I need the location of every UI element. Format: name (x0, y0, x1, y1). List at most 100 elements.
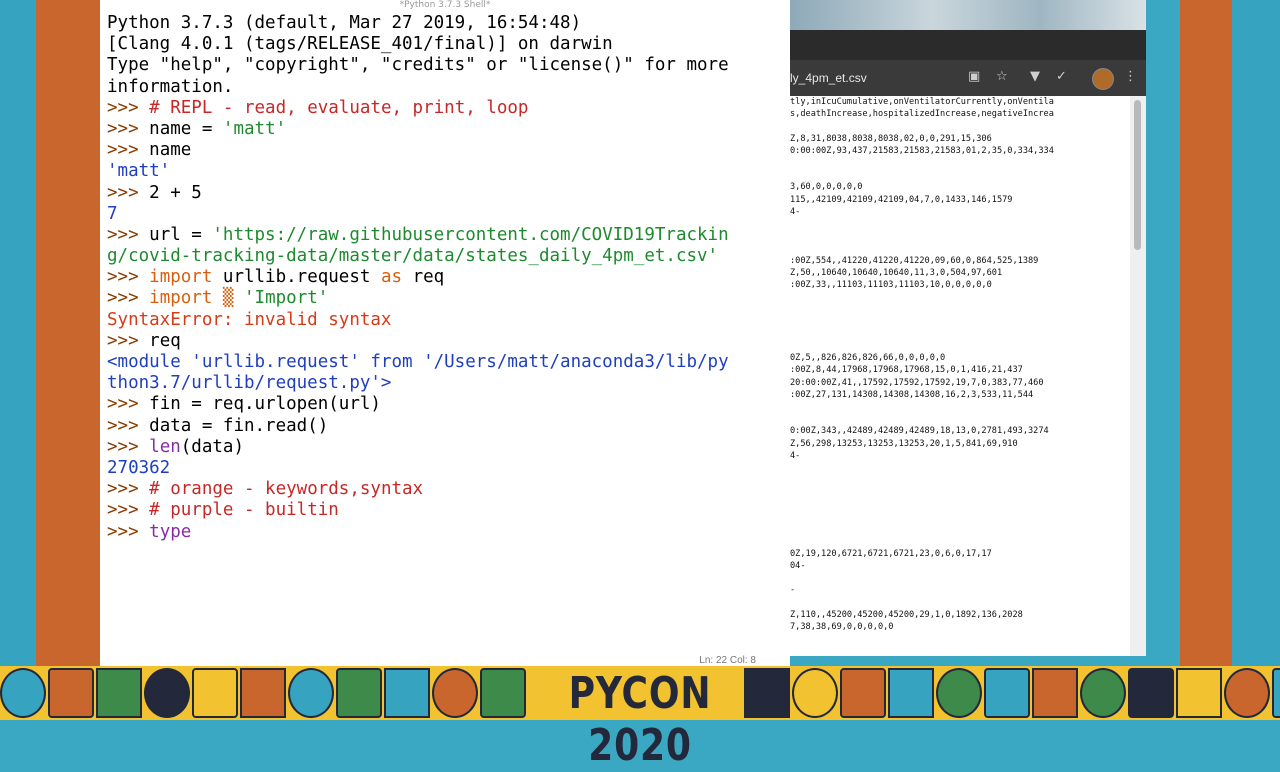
shell-token: 'matt' (107, 161, 171, 182)
csv-line: :00Z,554,,41220,41220,41220,09,60,0,864,… (790, 255, 1039, 266)
shell-token: 270362 (107, 457, 171, 478)
shell-prompt: >>> (107, 330, 150, 351)
menu-icon[interactable]: ⋮ (1124, 69, 1137, 84)
shell-line: Python 3.7.3 (default, Mar 27 2019, 16:5… (107, 13, 787, 34)
shell-line: >>> type (107, 522, 787, 543)
csv-line (790, 291, 1130, 303)
browser-tab-bar[interactable] (790, 30, 1146, 60)
csv-line (790, 340, 1130, 352)
csv-line (790, 401, 1130, 413)
shell-token: # purple - builtin (149, 500, 339, 521)
csv-line (790, 169, 1130, 181)
banner-tile (1272, 668, 1280, 718)
shell-token: [Clang 4.0.1 (tags/RELEASE_401/final)] o… (107, 34, 613, 55)
csv-line: 4- (790, 450, 801, 461)
csv-line (790, 535, 1130, 547)
shell-line: >>> # REPL - read, evaluate, print, loop (107, 98, 787, 119)
shell-prompt: >>> (107, 267, 150, 288)
shell-token: as (380, 267, 403, 288)
shell-line: >>> url = 'https://raw.githubusercontent… (107, 225, 787, 246)
shell-line: >>> data = fin.read() (107, 416, 787, 437)
csv-line (790, 523, 1130, 535)
shell-token: ▒ (222, 288, 234, 309)
shell-token: 'https://raw.githubusercontent.com/COVID… (212, 224, 729, 245)
shell-editor[interactable]: Python 3.7.3 (default, Mar 27 2019, 16:5… (107, 13, 787, 543)
shell-token: Type "help", "copyright", "credits" or "… (107, 55, 729, 76)
shell-token: 'matt' (222, 118, 287, 139)
shell-prompt: >>> (107, 415, 150, 436)
shell-line: 'matt' (107, 161, 787, 182)
shell-line: [Clang 4.0.1 (tags/RELEASE_401/final)] o… (107, 34, 787, 55)
banner-tile (480, 668, 526, 718)
shell-token: g/covid-tracking-data/master/data/states… (107, 246, 719, 267)
browser-scrollbar[interactable] (1130, 96, 1146, 656)
shell-line: 270362 (107, 458, 787, 479)
shell-token: 7 (107, 203, 118, 224)
csv-line: 04- (790, 560, 806, 571)
banner-tile (1128, 668, 1174, 718)
csv-line: 3,60,0,0,0,0,0 (790, 182, 863, 193)
banner-tile (288, 668, 334, 718)
shell-prompt: >>> (107, 479, 150, 500)
shell-token: req (402, 267, 445, 288)
cursor-position-status: Ln: 22 Col: 8 (699, 655, 756, 666)
shell-token: name = (149, 118, 223, 139)
desktop-right-border (1180, 0, 1232, 666)
shell-line: thon3.7/urllib/request.py'> (107, 373, 787, 394)
csv-line (790, 316, 1130, 328)
python-shell-window[interactable]: *Python 3.7.3 Shell* Python 3.7.3 (defau… (100, 0, 790, 666)
shell-token: import (149, 267, 213, 288)
banner-tile (1176, 668, 1222, 718)
camera-icon[interactable]: ▣ (968, 69, 980, 84)
check-icon[interactable]: ✓ (1056, 69, 1067, 84)
shell-token (233, 288, 244, 308)
browser-window[interactable]: ly_4pm_et.csv ▣ ☆ ▼ ✓ ⋮ tly,inIcuCumulat… (790, 0, 1146, 656)
shell-token: import (149, 288, 213, 309)
csv-line: Z,56,298,13253,13253,13253,20,1,5,841,69… (790, 438, 1018, 449)
banner-tile (1224, 668, 1270, 718)
csv-line: s,deathIncrease,hospitalizedIncrease,neg… (790, 109, 1054, 120)
csv-line: - (790, 585, 796, 596)
csv-line: 0Z,19,120,6721,6721,6721,23,0,6,0,17,17 (790, 548, 992, 559)
csv-line (790, 572, 1130, 584)
csv-line: 0Z,5,,826,826,826,66,0,0,0,0,0 (790, 353, 946, 364)
pycon-logo: PYCON 2020 (554, 668, 726, 771)
csv-line: 4- (790, 206, 801, 217)
star-icon[interactable]: ☆ (996, 69, 1008, 84)
shell-token: len (149, 436, 181, 457)
shell-line: information. (107, 77, 787, 98)
scrollbar-thumb[interactable] (1134, 100, 1141, 250)
csv-line (790, 242, 1130, 254)
banner-tile (888, 668, 934, 718)
shell-line: >>> import urllib.request as req (107, 267, 787, 288)
csv-line: 7,38,38,69,0,0,0,0,0 (790, 621, 894, 632)
csv-line: :00Z,33,,11103,11103,11103,10,0,0,0,0,0 (790, 280, 992, 291)
csv-line: :00Z,27,131,14308,14308,14308,16,2,3,533… (790, 389, 1034, 400)
address-bar[interactable]: ly_4pm_et.csv (790, 71, 867, 85)
banner-tile (240, 668, 286, 718)
shell-prompt: >>> (107, 521, 150, 542)
csv-line (790, 157, 1130, 169)
csv-line: 115,,42109,42109,42109,04,7,0,1433,146,1… (790, 194, 1013, 205)
shell-token: thon3.7/urllib/request.py'> (107, 373, 392, 394)
shell-line: 7 (107, 204, 787, 225)
csv-line: 0:00Z,343,,42489,42489,42489,18,13,0,278… (790, 426, 1049, 437)
shell-token: SyntaxError: invalid syntax (107, 309, 392, 330)
extension-icon[interactable]: ▼ (1030, 69, 1040, 84)
window-title: *Python 3.7.3 Shell* (399, 0, 491, 10)
csv-line (790, 218, 1130, 230)
shell-prompt: >>> (107, 394, 150, 415)
shell-token: 'Import' (244, 288, 329, 309)
csv-line (790, 596, 1130, 608)
shell-token: urllib.request (212, 267, 381, 288)
profile-avatar[interactable] (1092, 68, 1114, 90)
banner-tile (984, 668, 1030, 718)
shell-line: SyntaxError: invalid syntax (107, 310, 787, 331)
shell-prompt: >>> (107, 118, 150, 139)
csv-line: tly,inIcuCumulative,onVentilatorCurrentl… (790, 97, 1054, 107)
csv-line: 0:00:00Z,93,437,21583,21583,21583,01,2,3… (790, 145, 1054, 156)
shell-line: >>> name = 'matt' (107, 119, 787, 140)
shell-prompt: >>> (107, 436, 150, 457)
banner-tile (1080, 668, 1126, 718)
shell-line: g/covid-tracking-data/master/data/states… (107, 246, 787, 267)
